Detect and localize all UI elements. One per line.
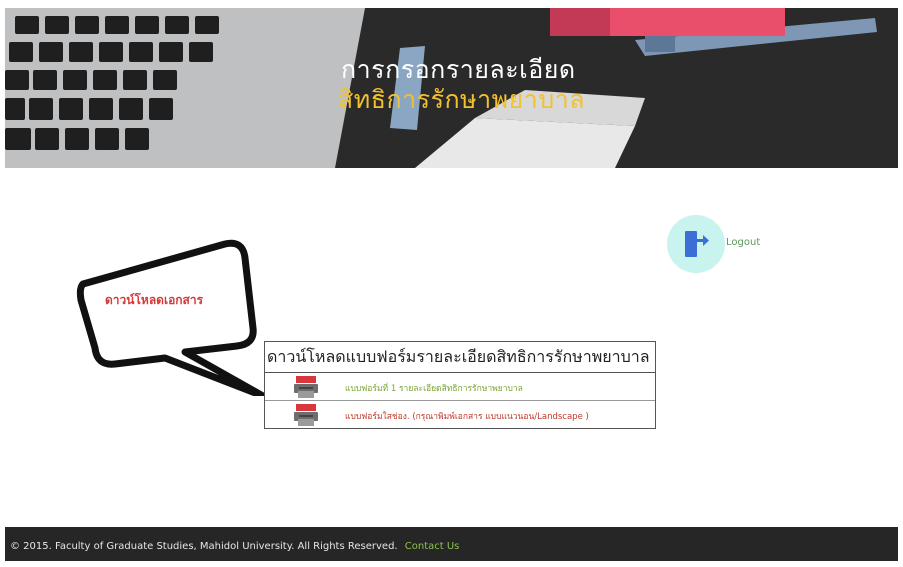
banner-title-line2: สิทธิการรักษาพยาบาล [338, 85, 586, 114]
download-link-form1[interactable]: แบบฟอร์มที่ 1 รายละเอียดสิทธิการรักษาพยา… [345, 381, 523, 395]
logout-icon-button[interactable] [667, 215, 725, 273]
copyright-text: © 2015. Faculty of Graduate Studies, Mah… [10, 541, 398, 552]
pdf-icon[interactable] [293, 376, 319, 398]
logout-link[interactable]: Logout [726, 237, 760, 248]
page-frame: การกรอกรายละเอียด สิทธิการรักษาพยาบาล Lo… [5, 8, 898, 561]
footer-text: © 2015. Faculty of Graduate Studies, Mah… [10, 541, 459, 552]
pdf-icon[interactable] [293, 404, 319, 426]
door-exit-icon [685, 231, 709, 257]
speech-bubble [76, 239, 265, 396]
download-row: แบบฟอร์มใสช่อง. (กรุณาพิมพ์เอกสาร แบบแนว… [265, 401, 655, 428]
callout-text: ดาวน์โหลดเอกสาร [105, 293, 204, 307]
contact-us-link[interactable]: Contact Us [405, 541, 460, 552]
header-banner: การกรอกรายละเอียด สิทธิการรักษาพยาบาล [5, 8, 898, 168]
download-table-header: ดาวน์โหลดแบบฟอร์มรายละเอียดสิทธิการรักษา… [265, 342, 655, 373]
download-link-form2[interactable]: แบบฟอร์มใสช่อง. (กรุณาพิมพ์เอกสาร แบบแนว… [345, 409, 589, 423]
download-row: แบบฟอร์มที่ 1 รายละเอียดสิทธิการรักษาพยา… [265, 373, 655, 401]
download-table: ดาวน์โหลดแบบฟอร์มรายละเอียดสิทธิการรักษา… [264, 341, 656, 429]
